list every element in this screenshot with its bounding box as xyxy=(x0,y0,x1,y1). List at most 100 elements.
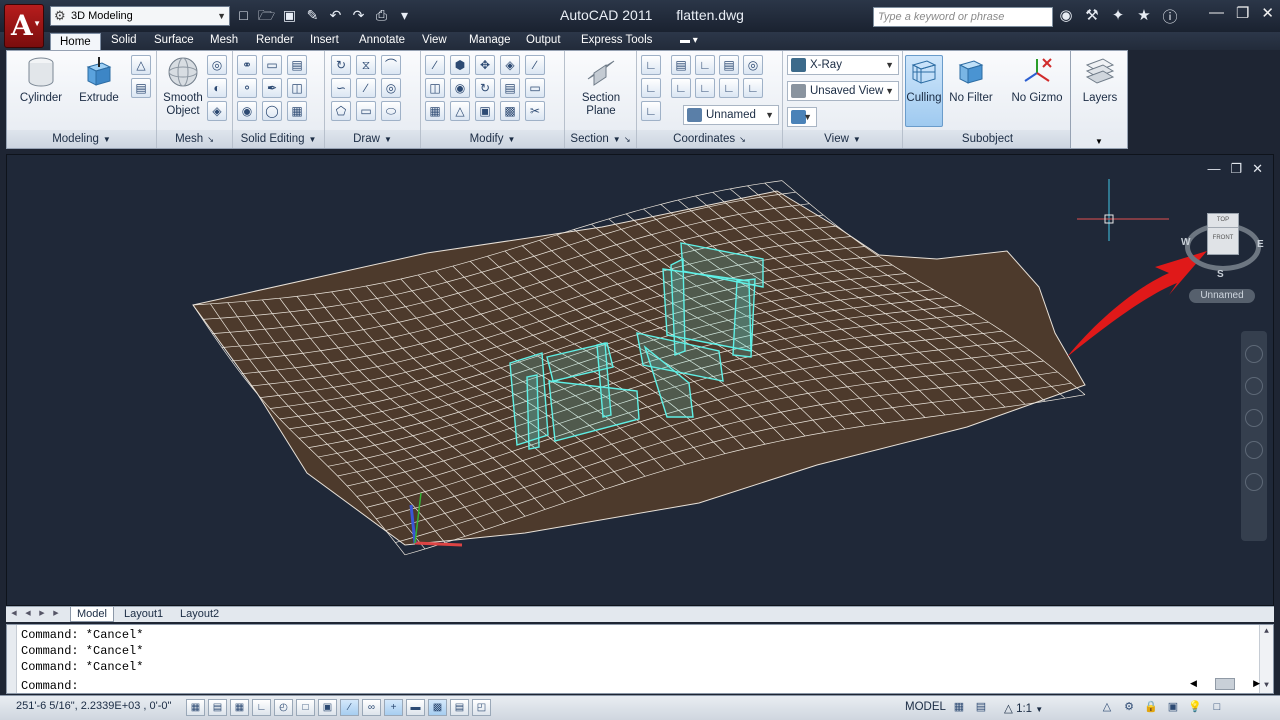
panel-label-modeling[interactable]: Modeling ▼ xyxy=(7,130,156,148)
rotate-icon[interactable]: ↻ xyxy=(475,78,495,98)
offset-icon[interactable]: ▭ xyxy=(525,78,545,98)
smooth-object-button[interactable]: Smooth Object xyxy=(161,55,205,118)
compass-south[interactable]: S xyxy=(1217,269,1224,280)
polysolid-icon[interactable]: ▤ xyxy=(131,78,151,98)
selection-cycling-icon[interactable]: ◰ xyxy=(472,699,491,716)
tab-layout1[interactable]: Layout1 xyxy=(118,607,169,622)
hardware-acceleration-icon[interactable]: ▣ xyxy=(1164,699,1182,716)
extrude-button[interactable]: Extrude xyxy=(73,55,125,105)
annotation-scale[interactable]: △ 1:1 ▼ xyxy=(1004,701,1043,715)
arc-icon[interactable]: ⌒ xyxy=(381,55,401,75)
workspace-switching-icon[interactable]: ⚙ xyxy=(1120,699,1138,716)
tab-view[interactable]: View xyxy=(422,32,447,50)
subtract-icon[interactable]: ⚬ xyxy=(237,78,257,98)
slice-icon[interactable]: ✒ xyxy=(262,78,282,98)
command-window-grip[interactable] xyxy=(7,625,17,693)
pan-icon[interactable] xyxy=(1245,377,1263,395)
model-space-toggle[interactable]: MODEL xyxy=(905,701,946,713)
ortho-mode-icon[interactable]: ∟ xyxy=(252,699,271,716)
tab-solid[interactable]: Solid xyxy=(111,32,137,50)
union-icon[interactable]: ⚭ xyxy=(237,55,257,75)
viewcube-top-face[interactable]: TOP xyxy=(1208,214,1238,228)
ucs-origin-icon[interactable]: ∟ xyxy=(695,55,715,75)
polygon-icon[interactable]: ⬠ xyxy=(331,101,351,121)
viewport-config-dropdown[interactable]: ▼ xyxy=(787,107,817,127)
copy-icon[interactable]: ▤ xyxy=(500,78,520,98)
tab-home[interactable]: Home xyxy=(50,33,101,51)
tab-express-tools[interactable]: Express Tools xyxy=(581,32,652,50)
ribbon-minimize-icon[interactable]: ▬ ▾ xyxy=(680,32,698,50)
grid-display-icon[interactable]: ▦ xyxy=(230,699,249,716)
dynamic-input-icon[interactable]: + xyxy=(384,699,403,716)
undo-icon[interactable]: ↶ xyxy=(326,6,345,25)
ucs-face-icon[interactable]: ∟ xyxy=(641,101,661,121)
panel-label-subobject[interactable]: Subobject xyxy=(903,130,1072,148)
restore-icon[interactable]: ❐ xyxy=(1236,4,1249,22)
object-snap-tracking-icon[interactable]: ∕ xyxy=(340,699,359,716)
trim-icon[interactable]: ∕ xyxy=(525,55,545,75)
layers-expand-icon[interactable]: ▼ xyxy=(1071,137,1127,146)
tab-model[interactable]: Model xyxy=(70,607,114,622)
tab-output[interactable]: Output xyxy=(526,32,561,50)
dynamic-ucs-icon[interactable]: ∞ xyxy=(362,699,381,716)
mesh-smooth-less-icon[interactable]: ◐ xyxy=(207,78,227,98)
orbit-icon[interactable] xyxy=(1245,441,1263,459)
panel-label-coordinates[interactable]: Coordinates ↘ xyxy=(637,130,782,148)
tab-layout2[interactable]: Layout2 xyxy=(174,607,225,622)
viewport-minimize-icon[interactable]: — xyxy=(1207,161,1220,177)
panel-label-view[interactable]: View ▼ xyxy=(783,130,902,148)
mesh-smooth-more-icon[interactable]: ◎ xyxy=(207,55,227,75)
last-layout-icon[interactable]: ▶ xyxy=(50,608,62,620)
3d-align-icon[interactable]: ◫ xyxy=(425,78,445,98)
workspace-switcher[interactable]: ⚙ 3D Modeling ▼ xyxy=(50,6,230,26)
drawing-viewport[interactable]: — ❐ ✕ TOP FRONT W E S Unnamed xyxy=(6,154,1274,606)
ellipse-icon[interactable]: ⬭ xyxy=(381,101,401,121)
ucs-3point-icon[interactable]: ∟ xyxy=(719,78,739,98)
helix-icon[interactable]: ⧖ xyxy=(356,55,376,75)
snap-mode-icon[interactable]: ▤ xyxy=(208,699,227,716)
extrude-faces-icon[interactable]: ▤ xyxy=(287,55,307,75)
viewport-close-icon[interactable]: ✕ xyxy=(1252,161,1263,177)
tab-insert[interactable]: Insert xyxy=(310,32,339,50)
scale-icon[interactable]: △ xyxy=(450,101,470,121)
next-layout-icon[interactable]: ▶ xyxy=(36,608,48,620)
array-icon[interactable]: ▦ xyxy=(425,101,445,121)
scroll-down-icon[interactable]: ▼ xyxy=(1260,679,1273,693)
favorites-icon[interactable]: ★ xyxy=(1134,6,1154,27)
compass-east[interactable]: E xyxy=(1257,239,1264,250)
minimize-icon[interactable]: — xyxy=(1209,4,1224,22)
close-icon[interactable]: ✕ xyxy=(1261,4,1274,22)
tab-render[interactable]: Render xyxy=(256,32,294,50)
line-icon[interactable]: ∕ xyxy=(356,78,376,98)
new-file-icon[interactable]: □ xyxy=(234,6,253,25)
compass-west[interactable]: W xyxy=(1181,237,1190,248)
command-scrollbar[interactable]: ▲ ▼ xyxy=(1259,625,1273,693)
3d-array-icon[interactable]: ◈ xyxy=(500,55,520,75)
first-layout-icon[interactable]: ◀ xyxy=(8,608,20,620)
ucs-named-icon[interactable]: ◎ xyxy=(743,55,763,75)
circle-icon[interactable]: ◎ xyxy=(381,78,401,98)
layers-button[interactable]: Layers xyxy=(1077,55,1123,105)
ucs-icon[interactable]: ∟ xyxy=(641,55,661,75)
search-input[interactable]: Type a keyword or phrase xyxy=(873,7,1053,27)
thicken-icon[interactable]: ◯ xyxy=(262,101,282,121)
ucs-view-icon[interactable]: ∟ xyxy=(641,78,661,98)
infer-constraints-icon[interactable]: ▦ xyxy=(186,699,205,716)
viewcube-box[interactable]: TOP FRONT xyxy=(1207,213,1239,255)
lineweight-icon[interactable]: ▬ xyxy=(406,699,425,716)
showmotion-icon[interactable] xyxy=(1245,473,1263,491)
intersect-icon[interactable]: ◉ xyxy=(237,101,257,121)
qat-dropdown-icon[interactable]: ▾ xyxy=(395,6,414,25)
lock-icon[interactable]: 🔒 xyxy=(1142,699,1160,716)
viewcube-front-face[interactable]: FRONT xyxy=(1208,228,1238,248)
ucs-z-icon[interactable]: ∟ xyxy=(695,78,715,98)
visual-style-dropdown[interactable]: X-Ray ▼ xyxy=(787,55,899,75)
panel-label-modify[interactable]: Modify ▼ xyxy=(421,130,564,148)
presspull-icon[interactable]: △ xyxy=(131,55,151,75)
polyline-icon[interactable]: ↻ xyxy=(331,55,351,75)
command-input[interactable]: Command: xyxy=(21,679,1241,693)
culling-button[interactable]: Culling xyxy=(905,55,943,105)
section-plane-button[interactable]: Section Plane xyxy=(577,55,625,118)
stretch-icon[interactable]: ▣ xyxy=(475,101,495,121)
3d-move-icon[interactable]: ✥ xyxy=(475,55,495,75)
